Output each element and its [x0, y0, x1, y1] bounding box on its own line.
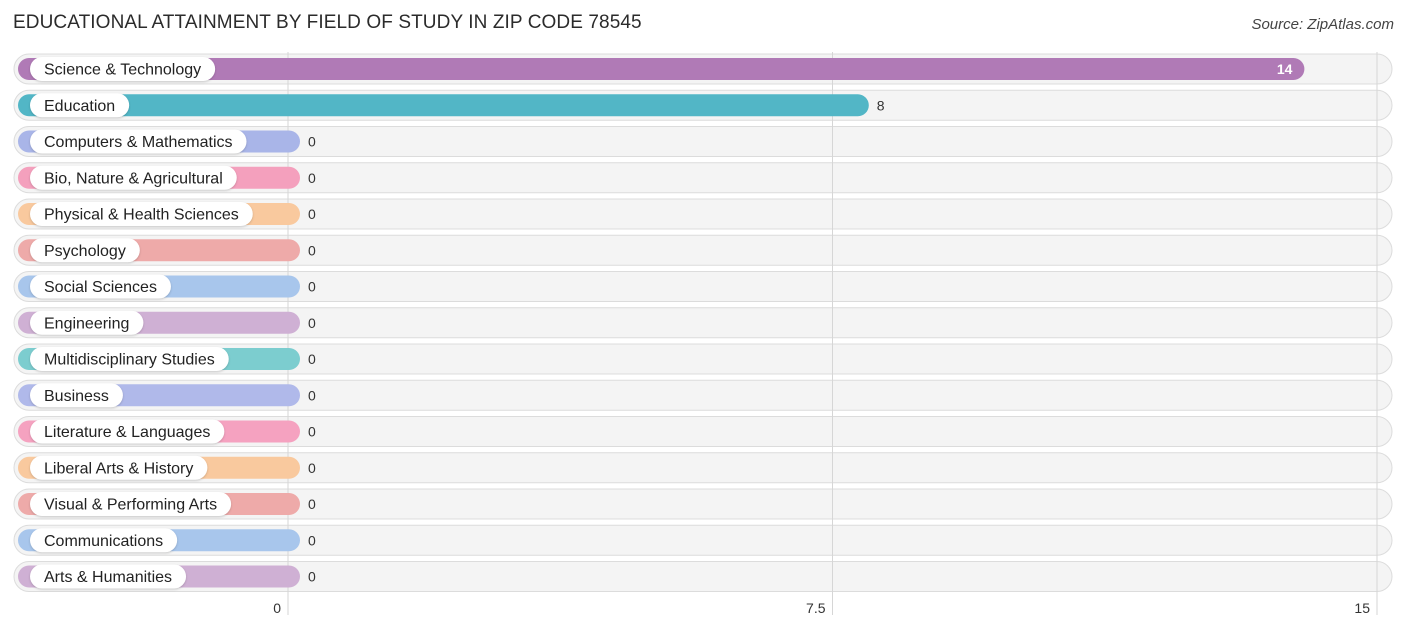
- value-label: 0: [308, 496, 316, 512]
- category-label: Social Sciences: [44, 279, 157, 296]
- category-label: Physical & Health Sciences: [44, 207, 239, 224]
- bar-chart: Science & Technology Education Computers &…: [13, 52, 1393, 616]
- category-label: Psychology: [44, 243, 126, 260]
- category-label: Literature & Languages: [44, 424, 210, 441]
- category-label: Multidisciplinary Studies: [44, 352, 215, 369]
- value-label: 0: [308, 569, 316, 585]
- value-label: 0: [308, 134, 316, 150]
- category-label: Science & Technology: [44, 62, 201, 79]
- x-tick-label: 7.5: [806, 600, 826, 616]
- value-label: 0: [308, 242, 316, 258]
- category-label: Business: [44, 388, 109, 405]
- x-tick-label: 15: [1354, 600, 1370, 616]
- value-label: 0: [308, 206, 316, 222]
- x-axis-ticks: 0 7.5 15: [273, 600, 1370, 616]
- value-label: 0: [308, 351, 316, 367]
- bar[interactable]: [18, 94, 869, 117]
- category-label: Liberal Arts & History: [44, 460, 193, 477]
- value-label: 0: [308, 460, 316, 476]
- value-label: 0: [308, 532, 316, 548]
- value-label: 0: [308, 279, 316, 295]
- value-label: 0: [308, 424, 316, 440]
- category-label: Arts & Humanities: [44, 569, 172, 586]
- value-label: 8: [877, 97, 885, 113]
- value-label: 0: [308, 387, 316, 403]
- value-label: 14: [1277, 61, 1293, 77]
- category-label: Visual & Performing Arts: [44, 497, 217, 514]
- category-label: Education: [44, 98, 115, 115]
- value-label: 0: [308, 315, 316, 331]
- category-label: Bio, Nature & Agricultural: [44, 170, 223, 187]
- category-label: Communications: [44, 533, 163, 550]
- value-label: 0: [308, 170, 316, 186]
- x-tick-label: 0: [273, 600, 281, 616]
- category-label: Engineering: [44, 315, 129, 332]
- category-label: Computers & Mathematics: [44, 134, 233, 151]
